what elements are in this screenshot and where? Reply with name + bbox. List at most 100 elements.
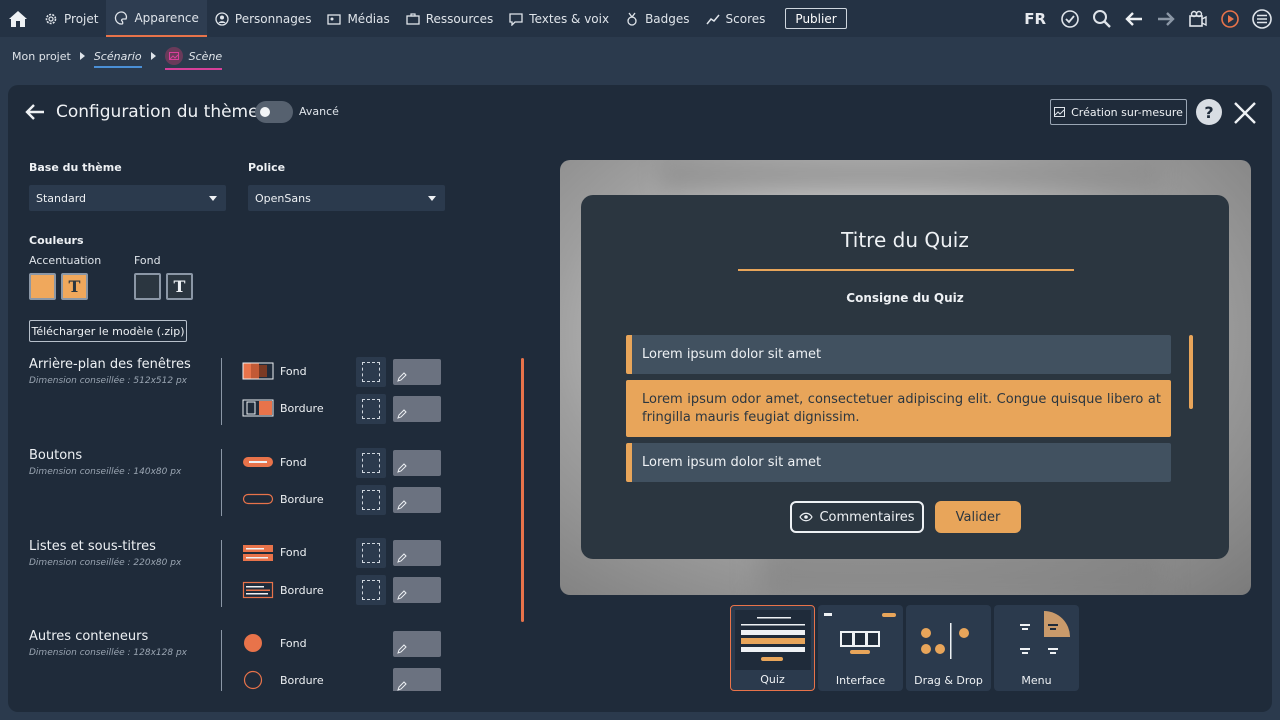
nav-personnages[interactable]: Personnages xyxy=(207,0,320,37)
search-icon[interactable] xyxy=(1090,7,1114,31)
comments-button[interactable]: Commentaires xyxy=(790,501,924,533)
list-background-icon xyxy=(243,545,273,561)
speech-icon xyxy=(509,12,523,26)
redo-icon[interactable] xyxy=(1154,7,1178,31)
nav-ressources[interactable]: Ressources xyxy=(398,0,502,37)
image-placeholder[interactable] xyxy=(356,357,386,387)
home-button[interactable] xyxy=(0,0,36,37)
download-template-button[interactable]: Télécharger le modèle (.zip) xyxy=(29,320,187,342)
image-placeholder[interactable] xyxy=(356,538,386,568)
quiz-title: Titre du Quiz xyxy=(841,228,969,252)
quiz-answer[interactable]: Lorem ipsum dolor sit amet xyxy=(626,443,1171,482)
nav-label: Textes & voix xyxy=(529,11,610,26)
quiz-scrollbar[interactable] xyxy=(1189,335,1193,409)
nav-textes-voix[interactable]: Textes & voix xyxy=(501,0,617,37)
quiz-instruction: Consigne du Quiz xyxy=(846,291,964,305)
custom-creation-button[interactable]: Création sur-mesure xyxy=(1050,99,1187,125)
quiz-title-divider xyxy=(738,269,1074,271)
nav-medias[interactable]: Médias xyxy=(319,0,397,37)
check-icon[interactable] xyxy=(1058,7,1082,31)
nav-label: Personnages xyxy=(234,11,312,26)
nav-label: Médias xyxy=(347,11,390,26)
button-border-icon xyxy=(242,493,274,505)
undo-icon[interactable] xyxy=(1122,7,1146,31)
menu-icon[interactable] xyxy=(1250,7,1274,31)
window-border-icon xyxy=(242,399,274,417)
validate-button[interactable]: Valider xyxy=(935,501,1021,533)
template-tile-interface[interactable]: Interface xyxy=(818,605,903,691)
section-dimension: Dimension conseillée : 512x512 px xyxy=(29,376,187,386)
help-button[interactable]: ? xyxy=(1196,99,1222,125)
container-background-icon xyxy=(244,634,262,652)
camera-icon[interactable] xyxy=(1186,7,1210,31)
scene-image-icon xyxy=(164,47,183,65)
interface-template-icon xyxy=(824,613,896,654)
edit-button[interactable] xyxy=(393,396,441,422)
person-icon xyxy=(215,11,229,26)
pencil-icon xyxy=(397,500,407,510)
breadcrumb-project[interactable]: Mon projet xyxy=(12,50,71,63)
nav-apparence[interactable]: Apparence xyxy=(106,0,207,37)
play-icon[interactable] xyxy=(1218,7,1242,31)
nav-projet[interactable]: Projet xyxy=(36,0,106,37)
background-color-swatch[interactable] xyxy=(134,273,161,300)
breadcrumb-scenario[interactable]: Scénario xyxy=(93,50,142,68)
font-select[interactable]: OpenSans xyxy=(248,185,445,211)
nav-scores[interactable]: Scores xyxy=(698,0,774,37)
accent-color-swatch[interactable] xyxy=(29,273,56,300)
row-label: Bordure xyxy=(280,493,324,506)
section-divider xyxy=(221,630,222,691)
row-label: Fond xyxy=(280,637,307,650)
back-arrow-icon[interactable] xyxy=(24,101,46,123)
gear-icon xyxy=(45,13,57,24)
close-icon[interactable] xyxy=(1232,100,1258,126)
image-placeholder[interactable] xyxy=(356,575,386,605)
accent-text-color-swatch[interactable]: T xyxy=(61,273,88,300)
quiz-answer-selected[interactable]: Lorem ipsum odor amet, consectetuer adip… xyxy=(626,380,1171,437)
nav-label: Scores xyxy=(725,11,766,26)
advanced-toggle[interactable] xyxy=(255,101,293,123)
breadcrumb-scene[interactable]: Scène xyxy=(164,47,223,70)
section-title: Boutons xyxy=(29,448,83,463)
accent-label: Accentuation xyxy=(29,254,102,267)
drag-drop-template-icon xyxy=(921,623,969,659)
breadcrumb: Mon projet Scénario Scène xyxy=(12,44,223,70)
pencil-icon xyxy=(397,372,407,382)
row-label: Bordure xyxy=(280,674,324,687)
quiz-answer[interactable]: Lorem ipsum dolor sit amet xyxy=(626,335,1171,374)
publish-button[interactable]: Publier xyxy=(785,8,847,29)
home-icon xyxy=(9,10,27,27)
edit-button[interactable] xyxy=(393,631,441,657)
pencil-icon xyxy=(397,681,407,691)
language-selector[interactable]: FR xyxy=(1024,10,1046,28)
edit-button[interactable] xyxy=(393,577,441,603)
section-dimension: Dimension conseillée : 220x80 px xyxy=(29,558,182,568)
edit-button[interactable] xyxy=(393,487,441,513)
row-label: Bordure xyxy=(280,402,324,415)
sections-scrollbar[interactable] xyxy=(521,358,524,622)
chevron-right-icon xyxy=(79,52,85,60)
pencil-icon xyxy=(397,644,407,654)
briefcase-icon xyxy=(406,12,420,25)
chart-icon xyxy=(705,14,720,24)
palette-icon xyxy=(115,10,128,25)
edit-button[interactable] xyxy=(393,540,441,566)
image-placeholder[interactable] xyxy=(356,394,386,424)
image-placeholder[interactable] xyxy=(356,448,386,478)
nav-label: Projet xyxy=(64,11,99,26)
media-icon xyxy=(327,13,342,25)
template-tile-quiz[interactable]: Quiz xyxy=(730,605,815,691)
nav-badges[interactable]: Badges xyxy=(617,0,697,37)
breadcrumb-scene-label: Scène xyxy=(188,49,223,63)
image-placeholder[interactable] xyxy=(356,485,386,515)
template-tile-drag-drop[interactable]: Drag & Drop xyxy=(906,605,991,691)
row-label: Fond xyxy=(280,456,307,469)
background-text-color-swatch[interactable]: T xyxy=(166,273,193,300)
edit-button[interactable] xyxy=(393,450,441,476)
theme-base-select[interactable]: Standard xyxy=(29,185,226,211)
edit-button[interactable] xyxy=(393,668,441,691)
pencil-icon xyxy=(397,463,407,473)
container-border-icon xyxy=(243,670,263,690)
edit-button[interactable] xyxy=(393,359,441,385)
template-tile-menu[interactable]: Menu xyxy=(994,605,1079,691)
